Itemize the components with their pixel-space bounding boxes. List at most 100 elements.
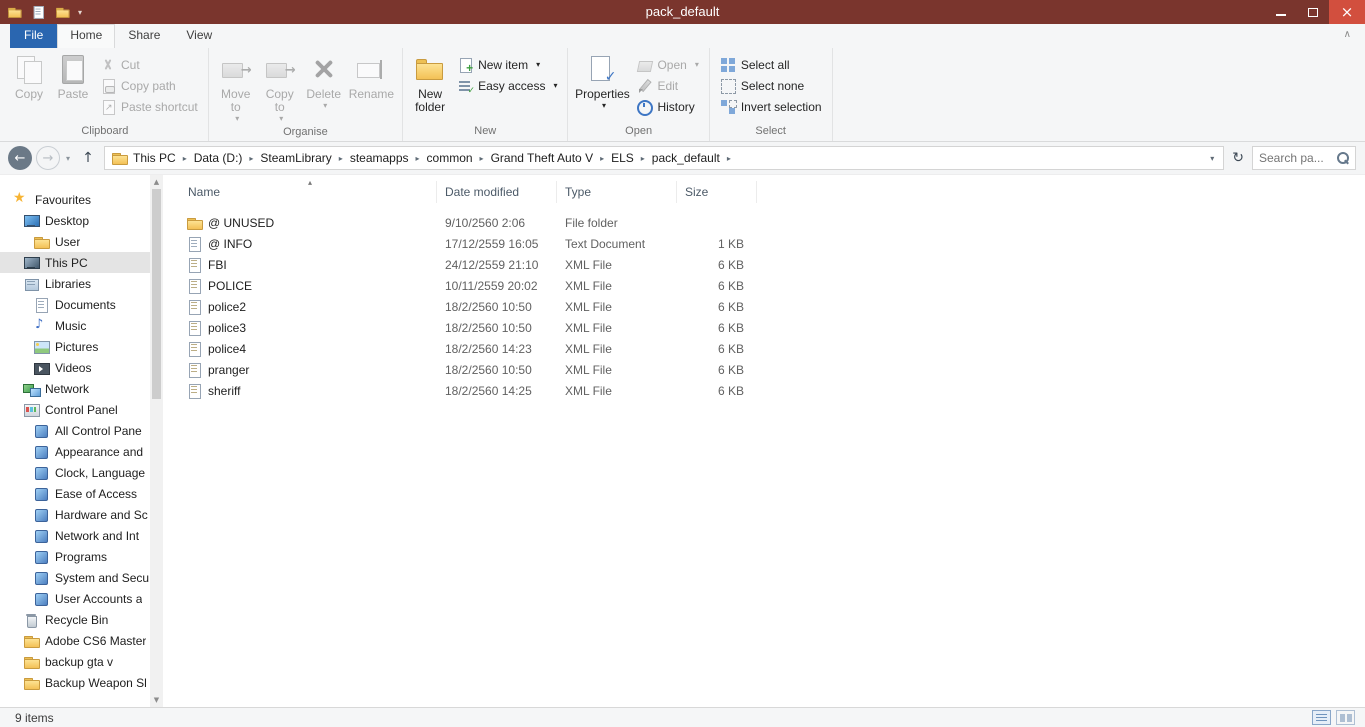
breadcrumb-item[interactable]: ELS: [605, 151, 640, 165]
qat-dropdown-icon[interactable]: ▾: [78, 8, 82, 17]
sidebar-item[interactable]: This PC: [0, 252, 150, 273]
view-switcher: [1312, 710, 1355, 725]
up-button[interactable]: ↑: [76, 146, 100, 170]
address-bar[interactable]: This PC ▸ Data (D:) ▸ SteamLibrary ▸ ste…: [104, 146, 1224, 170]
sidebar-item[interactable]: Documents: [0, 294, 150, 315]
close-button[interactable]: ×: [1329, 0, 1365, 24]
file-name: @ INFO: [208, 237, 252, 251]
thumbnails-view-icon[interactable]: [1336, 710, 1355, 725]
column-header-type[interactable]: Type: [557, 181, 677, 203]
file-row[interactable]: FBI 24/12/2559 21:10 XML File 6 KB: [180, 254, 1365, 275]
ribbon-large-button[interactable]: Delete▾: [302, 51, 346, 112]
file-row[interactable]: police2 18/2/2560 10:50 XML File 6 KB: [180, 296, 1365, 317]
ribbon-small-button[interactable]: Copy path: [95, 75, 203, 96]
sidebar-item[interactable]: Videos: [0, 357, 150, 378]
sidebar-item[interactable]: Clock, Language: [0, 462, 150, 483]
details-view-icon[interactable]: [1312, 710, 1331, 725]
ribbon-large-button[interactable]: Paste: [51, 51, 95, 103]
sidebar-item[interactable]: All Control Pane: [0, 420, 150, 441]
items-count: 9 items: [15, 711, 54, 725]
file-size: 1 KB: [677, 237, 757, 251]
column-header-date-modified[interactable]: Date modified: [437, 181, 557, 203]
ribbon-tab[interactable]: File: [10, 24, 57, 48]
refresh-icon[interactable]: ↻: [1228, 150, 1248, 166]
sidebar-item[interactable]: Pictures: [0, 336, 150, 357]
breadcrumb-item[interactable]: Data (D:): [188, 151, 249, 165]
breadcrumb-item[interactable]: SteamLibrary: [254, 151, 337, 165]
recent-locations-icon[interactable]: ▾: [64, 154, 72, 163]
ribbon-small-button[interactable]: History: [631, 96, 703, 117]
ribbon-tab[interactable]: Share: [115, 24, 173, 48]
breadcrumb-separator-icon[interactable]: ▸: [726, 154, 732, 163]
file-row[interactable]: pranger 18/2/2560 10:50 XML File 6 KB: [180, 359, 1365, 380]
network-icon: [23, 381, 39, 397]
explorer-icon[interactable]: [7, 5, 21, 19]
breadcrumb-item[interactable]: Grand Theft Auto V: [485, 151, 600, 165]
ribbon-small-button[interactable]: Select all: [715, 54, 827, 75]
ribbon-tab[interactable]: View: [173, 24, 225, 48]
ribbon-small-button[interactable]: Edit: [631, 75, 703, 96]
sidebar-item[interactable]: Hardware and Sc: [0, 504, 150, 525]
scroll-up-icon[interactable]: ▲: [154, 175, 159, 189]
ribbon-large-button[interactable]: Properties▾: [573, 51, 631, 112]
ribbon-small-button[interactable]: Paste shortcut: [95, 96, 203, 117]
sidebar-item[interactable]: Network: [0, 378, 150, 399]
paste32-icon: [57, 53, 89, 85]
sidebar-item[interactable]: User Accounts a: [0, 588, 150, 609]
sidebar-item[interactable]: Network and Int: [0, 525, 150, 546]
sidebar-item[interactable]: Programs: [0, 546, 150, 567]
file-date-modified: 10/11/2559 20:02: [437, 279, 557, 293]
ribbon-large-button[interactable]: Copy to▾: [258, 51, 302, 125]
sidebar-item[interactable]: backup gta v: [0, 651, 150, 672]
scrollbar-thumb[interactable]: [152, 189, 161, 399]
sidebar-item[interactable]: System and Secu: [0, 567, 150, 588]
file-row[interactable]: sheriff 18/2/2560 14:25 XML File 6 KB: [180, 380, 1365, 401]
ribbon-large-button[interactable]: Copy: [7, 51, 51, 103]
breadcrumb-item[interactable]: pack_default: [646, 151, 726, 165]
copy32-icon: [13, 53, 45, 85]
breadcrumb-item[interactable]: steamapps: [344, 151, 415, 165]
qat-folder-icon[interactable]: [55, 5, 69, 19]
sidebar-item[interactable]: Desktop: [0, 210, 150, 231]
file-row[interactable]: @ UNUSED 9/10/2560 2:06 File folder: [180, 212, 1365, 233]
sidebar-scrollbar[interactable]: ▲ ▼: [150, 175, 163, 707]
sidebar-item[interactable]: Control Panel: [0, 399, 150, 420]
sidebar-item[interactable]: Recycle Bin: [0, 609, 150, 630]
ribbon-small-button[interactable]: Cut: [95, 54, 203, 75]
scroll-down-icon[interactable]: ▼: [154, 693, 159, 707]
ribbon-small-button[interactable]: Invert selection: [715, 96, 827, 117]
minimize-button[interactable]: [1265, 0, 1297, 24]
easyaccess-icon: [457, 78, 473, 94]
sidebar-item[interactable]: Appearance and: [0, 441, 150, 462]
file-row[interactable]: POLICE 10/11/2559 20:02 XML File 6 KB: [180, 275, 1365, 296]
sidebar-item[interactable]: Libraries: [0, 273, 150, 294]
file-row[interactable]: @ INFO 17/12/2559 16:05 Text Document 1 …: [180, 233, 1365, 254]
forward-button[interactable]: →: [36, 146, 60, 170]
maximize-button[interactable]: [1297, 0, 1329, 24]
sidebar-item[interactable]: Favourites: [0, 189, 150, 210]
breadcrumb-item[interactable]: This PC: [127, 151, 182, 165]
qat-button-icon[interactable]: [31, 5, 45, 19]
search-icon[interactable]: [1336, 151, 1350, 165]
sidebar-item[interactable]: Backup Weapon Sl: [0, 672, 150, 693]
sidebar-item[interactable]: Adobe CS6 Master: [0, 630, 150, 651]
file-row[interactable]: police4 18/2/2560 14:23 XML File 6 KB: [180, 338, 1365, 359]
ribbon-small-button[interactable]: Select none: [715, 75, 827, 96]
ribbon-large-button[interactable]: Move to▾: [214, 51, 258, 125]
ribbon-large-button[interactable]: Rename: [346, 51, 397, 103]
back-button[interactable]: ←: [8, 146, 32, 170]
sidebar-item[interactable]: Music: [0, 315, 150, 336]
file-row[interactable]: police3 18/2/2560 10:50 XML File 6 KB: [180, 317, 1365, 338]
sidebar-item[interactable]: Ease of Access: [0, 483, 150, 504]
ribbon-small-button[interactable]: Easy access ▾: [452, 75, 562, 96]
address-dropdown-icon[interactable]: ▾: [1205, 154, 1219, 163]
breadcrumb-item[interactable]: common: [421, 151, 479, 165]
column-header-size[interactable]: Size: [677, 181, 757, 203]
search-input[interactable]: [1259, 151, 1336, 165]
ribbon-small-button[interactable]: New item ▾: [452, 54, 562, 75]
sidebar-item[interactable]: User: [0, 231, 150, 252]
ribbon-small-button[interactable]: Open ▾: [631, 54, 703, 75]
minimize-ribbon-icon[interactable]: ∧: [1344, 29, 1351, 40]
ribbon-tab[interactable]: Home: [57, 24, 115, 48]
ribbon-large-button[interactable]: New folder: [408, 51, 452, 116]
